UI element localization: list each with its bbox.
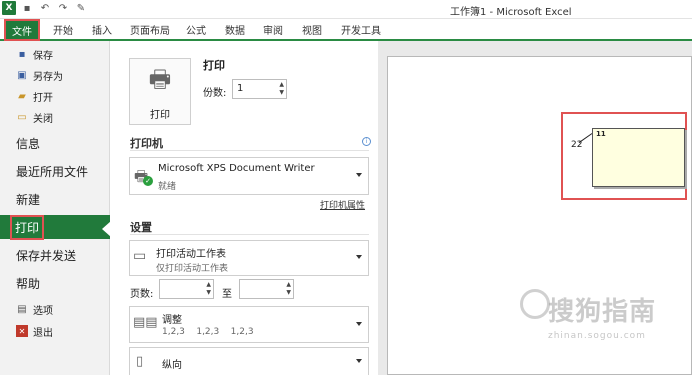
chevron-down-icon	[356, 359, 362, 363]
nav-options[interactable]: ▤ 选项	[0, 299, 110, 319]
nav-close-label: 关闭	[33, 113, 53, 125]
nav-help[interactable]: 帮助	[0, 271, 110, 295]
tab-view[interactable]: 视图	[302, 22, 322, 37]
divider	[130, 150, 369, 151]
pages-from-spinner-icon[interactable]: ▲ ▼	[206, 281, 211, 297]
collate-main: 调整	[162, 315, 182, 326]
nav-save-send[interactable]: 保存并发送	[0, 243, 110, 267]
print-button-label: 打印	[150, 110, 170, 121]
printer-icon: 🖶	[148, 65, 172, 93]
tab-formulas[interactable]: 公式	[186, 22, 206, 37]
chevron-down-icon	[356, 173, 362, 177]
collate-icon: ▤▤	[133, 315, 158, 330]
nav-save-as[interactable]: ▣ 另存为	[0, 65, 110, 85]
printer-name: Microsoft XPS Document Writer	[158, 163, 315, 174]
nav-new[interactable]: 新建	[0, 187, 110, 211]
copies-spinner-icon[interactable]: ▲ ▼	[279, 81, 284, 97]
nav-print[interactable]: 打印	[0, 214, 111, 240]
comment-author: 11	[596, 130, 606, 138]
orientation-main: 纵向	[162, 360, 182, 371]
title-bar: X ▪ ↶ ↷ ✎ 工作簿1 - Microsoft Excel	[0, 0, 692, 19]
nav-save-as-label: 另存为	[33, 71, 63, 83]
print-what-dropdown[interactable]: ▭ 打印活动工作表 仅打印活动工作表	[129, 240, 369, 276]
nav-options-label: 选项	[33, 305, 53, 317]
collate-sub: 1,2,3 1,2,3 1,2,3	[162, 327, 254, 337]
tab-home[interactable]: 开始	[53, 22, 73, 37]
watermark-url: zhinan.sogou.com	[548, 331, 646, 341]
nav-open[interactable]: ▰ 打开	[0, 86, 110, 106]
print-what-sub: 仅打印活动工作表	[156, 264, 229, 274]
pages-to-label: 至	[222, 289, 232, 300]
save-icon: ▪	[18, 48, 26, 60]
undo-icon[interactable]: ↶	[38, 1, 52, 15]
printer-status: 就绪	[158, 182, 177, 192]
printer-section-title: 打印机	[130, 137, 163, 150]
nav-info[interactable]: 信息	[0, 131, 110, 155]
portrait-icon: ▯	[136, 354, 144, 369]
collate-dropdown[interactable]: ▤▤ 调整 1,2,3 1,2,3 1,2,3	[129, 306, 369, 343]
nav-save[interactable]: ▪ 保存	[0, 44, 110, 64]
nav-close[interactable]: ▭ 关闭	[0, 107, 110, 127]
pages-to-input[interactable]: ▲ ▼	[239, 279, 294, 299]
pages-to-spinner-icon[interactable]: ▲ ▼	[286, 281, 291, 297]
nav-print-label: 打印	[10, 214, 45, 240]
open-folder-icon: ▰	[18, 90, 26, 102]
ready-check-icon: ✓	[143, 176, 153, 186]
quick-access-toolbar: X ▪ ↶ ↷ ✎	[2, 1, 88, 15]
chevron-down-icon	[356, 321, 362, 326]
copies-value: 1	[237, 83, 244, 94]
excel-icon: X	[2, 1, 16, 15]
close-file-icon: ▭	[17, 111, 27, 123]
backstage-nav: ▪ 保存 ▣ 另存为 ▰ 打开 ▭ 关闭 信息 最近所用文件 新建 打印 保存并…	[0, 41, 111, 375]
print-heading: 打印	[203, 59, 225, 72]
save-icon[interactable]: ▪	[20, 1, 34, 15]
cell-value: 22	[571, 140, 583, 150]
divider	[130, 234, 369, 235]
print-what-main: 打印活动工作表	[156, 249, 226, 260]
format-painter-icon[interactable]: ✎	[74, 1, 88, 15]
tab-insert[interactable]: 插入	[92, 22, 112, 37]
nav-exit-label: 退出	[33, 327, 53, 339]
printer-properties-link[interactable]: 打印机属性	[320, 198, 365, 211]
settings-section-title: 设置	[130, 221, 152, 234]
worksheet-icon: ▭	[133, 248, 147, 264]
options-icon: ▤	[17, 303, 27, 315]
printer-dropdown[interactable]: 🖶 ✓ Microsoft XPS Document Writer 就绪	[129, 157, 369, 195]
ribbon-tabs: 文件 开始 插入 页面布局 公式 数据 审阅 视图 开发工具	[0, 19, 692, 41]
nav-recent[interactable]: 最近所用文件	[0, 159, 110, 183]
tab-page-layout[interactable]: 页面布局	[130, 22, 170, 37]
nav-exit[interactable]: ✕ 退出	[0, 321, 110, 341]
nav-open-label: 打开	[33, 92, 53, 104]
print-button[interactable]: 🖶 打印	[129, 58, 191, 125]
copies-label: 份数:	[203, 88, 227, 99]
chevron-down-icon	[356, 255, 362, 259]
tab-developer[interactable]: 开发工具	[341, 22, 381, 37]
save-as-icon: ▣	[17, 69, 27, 81]
redo-icon[interactable]: ↷	[56, 1, 70, 15]
info-icon[interactable]: i	[362, 137, 371, 146]
copies-input[interactable]: 1 ▲ ▼	[232, 79, 287, 99]
pages-label: 页数:	[130, 289, 154, 300]
pages-from-input[interactable]: ▲ ▼	[159, 279, 214, 299]
tab-data[interactable]: 数据	[225, 22, 245, 37]
orientation-dropdown[interactable]: ▯ 纵向	[129, 347, 369, 375]
tab-review[interactable]: 审阅	[263, 22, 283, 37]
print-settings-panel: 🖶 打印 打印 份数: 1 ▲ ▼ 打印机 i 🖶 ✓ Microsoft XPS…	[110, 41, 378, 375]
nav-save-label: 保存	[33, 50, 53, 62]
window-title: 工作簿1 - Microsoft Excel	[450, 7, 572, 18]
watermark-main: 搜狗指南	[548, 297, 657, 327]
exit-icon: ✕	[16, 325, 28, 337]
watermark-text: 搜狗指南	[518, 291, 656, 328]
comment-box: 11	[592, 128, 685, 187]
tab-file[interactable]: 文件	[4, 19, 40, 41]
